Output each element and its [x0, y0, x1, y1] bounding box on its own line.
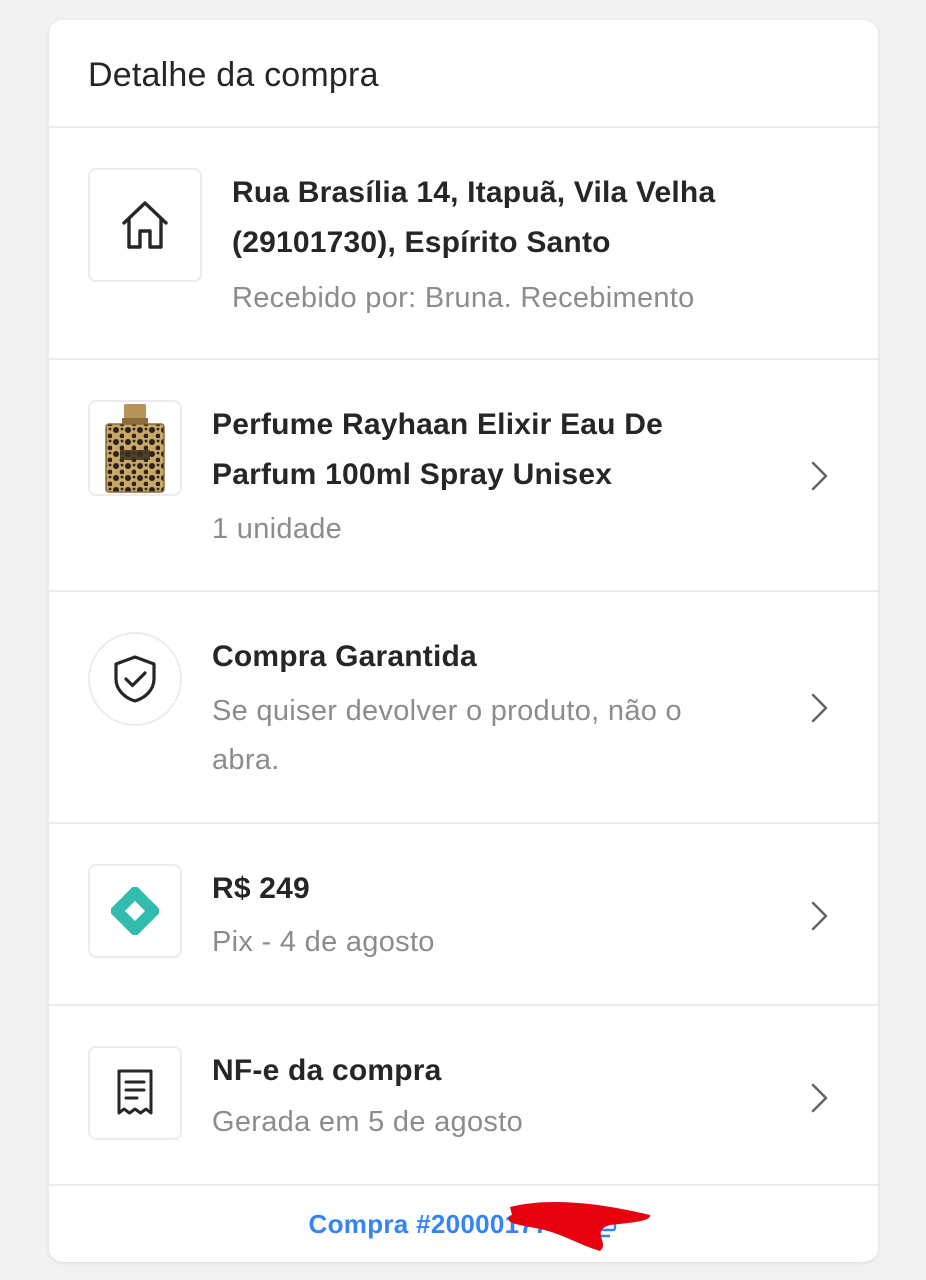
invoice-title: NF-e da compra — [212, 1054, 442, 1087]
chevron-right-icon — [811, 693, 828, 723]
product-title-1: Perfume Rayhaan Elixir Eau De — [212, 408, 663, 441]
received-by: Recebido por: Bruna. Recebimento — [232, 282, 695, 314]
payment-amount: R$ 249 — [212, 872, 310, 905]
address-row: Rua Brasília 14, Itapuã, Vila Velha (291… — [49, 128, 878, 360]
home-icon — [122, 201, 168, 249]
address-text: Rua Brasília 14, Itapuã, Vila Velha (291… — [232, 168, 715, 323]
address-thumb — [88, 168, 202, 282]
chevron-right-icon — [811, 1083, 828, 1113]
chevron-right-icon — [811, 461, 828, 491]
guarantee-row[interactable]: Compra Garantida Se quiser devolver o pr… — [49, 592, 878, 824]
receipt-icon — [117, 1069, 153, 1115]
payment-thumb — [88, 864, 182, 958]
guarantee-desc-2: abra. — [212, 744, 280, 776]
pix-icon — [111, 887, 159, 935]
page-title: Detalhe da compra — [88, 56, 379, 94]
guarantee-desc-1: Se quiser devolver o produto, não o — [212, 695, 682, 727]
card-header: Detalhe da compra — [49, 20, 878, 128]
shield-check-icon — [114, 655, 156, 703]
guarantee-thumb — [88, 632, 182, 726]
invoice-text: NF-e da compra Gerada em 5 de agosto — [212, 1046, 523, 1147]
payment-text: R$ 249 Pix - 4 de agosto — [212, 864, 435, 967]
product-thumb — [88, 400, 182, 496]
product-quantity: 1 unidade — [212, 513, 343, 545]
address-line-1: Rua Brasília 14, Itapuã, Vila Velha — [232, 176, 716, 209]
product-text: Perfume Rayhaan Elixir Eau De Parfum 100… — [212, 400, 663, 554]
invoice-thumb — [88, 1046, 182, 1140]
redaction-mark — [508, 1201, 651, 1251]
invoice-row[interactable]: NF-e da compra Gerada em 5 de agosto — [49, 1006, 878, 1186]
address-line-2: (29101730), Espírito Santo — [232, 226, 611, 259]
product-title-2: Parfum 100ml Spray Unisex — [212, 458, 613, 491]
payment-row[interactable]: R$ 249 Pix - 4 de agosto — [49, 824, 878, 1006]
product-row[interactable]: Perfume Rayhaan Elixir Eau De Parfum 100… — [49, 360, 878, 592]
guarantee-text: Compra Garantida Se quiser devolver o pr… — [212, 632, 682, 785]
payment-method: Pix - 4 de agosto — [212, 926, 435, 958]
invoice-generated: Gerada em 5 de agosto — [212, 1106, 523, 1138]
guarantee-title: Compra Garantida — [212, 640, 477, 673]
purchase-detail-card: Detalhe da compra Rua Brasília 14, Itapu… — [49, 20, 878, 1262]
chevron-right-icon — [811, 901, 828, 931]
perfume-image — [105, 404, 165, 493]
